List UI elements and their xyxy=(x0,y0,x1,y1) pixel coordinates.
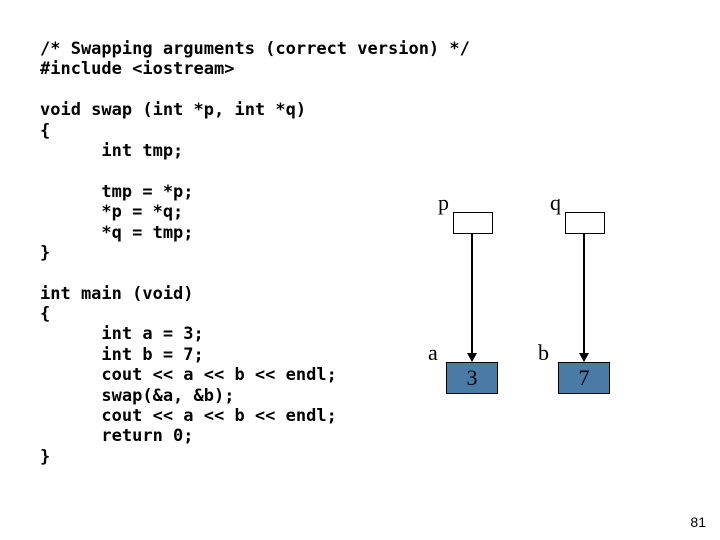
arrow-p-to-a xyxy=(471,234,473,360)
var-label-b: b xyxy=(538,340,549,366)
page-number: 81 xyxy=(690,514,706,530)
var-label-a: a xyxy=(428,340,438,366)
pointer-box-q xyxy=(565,212,605,234)
pointer-label-q: q xyxy=(550,190,561,216)
arrow-q-to-b xyxy=(583,234,585,360)
pointer-label-p: p xyxy=(438,190,449,216)
var-box-b: 7 xyxy=(558,362,610,394)
var-box-a: 3 xyxy=(446,362,498,394)
code-listing: /* Swapping arguments (correct version) … xyxy=(40,39,470,467)
pointer-box-p xyxy=(453,212,493,234)
